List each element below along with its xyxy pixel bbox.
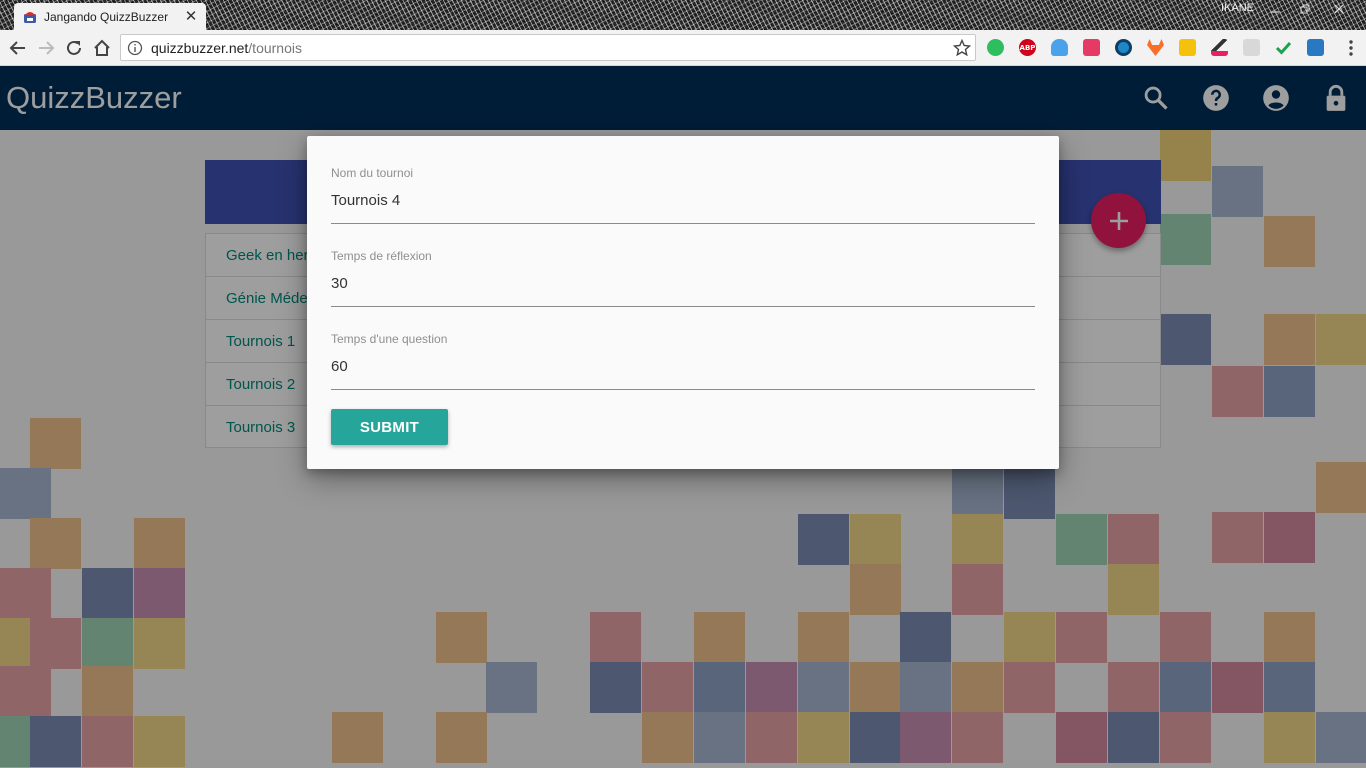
check-icon[interactable] [1275,39,1292,56]
create-tournament-dialog: Nom du tournoi Temps de réflexion Temps … [307,136,1059,469]
tournament-name-input[interactable] [331,188,1035,212]
back-icon[interactable] [6,36,30,60]
colorpicker-icon[interactable] [1211,39,1228,56]
browser-menu-icon[interactable] [1348,39,1354,57]
field-label: Temps de réflexion [331,249,432,263]
page: QuizzBuzzer Geek en herbe Génie Médecine… [0,66,1366,768]
cloud-icon[interactable] [1051,39,1068,56]
reload-icon[interactable] [62,36,86,60]
tournament-name-field: Nom du tournoi [331,166,1035,224]
submit-button[interactable]: SUBMIT [331,409,448,445]
quizzbuzzer-favicon [24,11,36,23]
field-label: Temps d'une question [331,332,448,346]
adblock-icon[interactable]: ABP [1019,39,1036,56]
share-icon[interactable] [1307,39,1324,56]
field-label: Nom du tournoi [331,166,414,180]
address-bar[interactable]: quizzbuzzer.net/tournois [120,34,976,61]
info-icon[interactable] [127,40,143,56]
bookmark-star-icon[interactable] [953,39,971,57]
browser-tab[interactable]: Jangando QuizzBuzzer ✕ [14,3,206,30]
gitlab-icon[interactable] [1147,39,1164,56]
question-time-field: Temps d'une question [331,332,1035,390]
tab-close-icon[interactable]: ✕ [184,9,198,24]
home-icon[interactable] [90,36,114,60]
tab-title: Jangando QuizzBuzzer [44,9,169,24]
reflection-time-input[interactable] [331,271,1035,295]
video-icon[interactable] [1083,39,1100,56]
eye-icon[interactable] [1115,39,1132,56]
chat-icon[interactable] [1243,39,1260,56]
url-path: /tournois [248,39,302,56]
reflection-time-field: Temps de réflexion [331,249,1035,307]
browser-titlebar: Jangando QuizzBuzzer ✕ IKANE [0,0,1366,30]
profile-name[interactable]: IKANE [1221,2,1254,14]
question-time-input[interactable] [331,354,1035,378]
restore-icon[interactable] [1292,0,1318,18]
browser-toolbar: quizzbuzzer.net/tournois ABP [0,30,1366,66]
evernote-icon[interactable] [987,39,1004,56]
minimize-icon[interactable] [1262,0,1288,18]
url-host: quizzbuzzer.net [151,39,249,56]
forward-icon[interactable] [34,36,58,60]
notes-icon[interactable] [1179,39,1196,56]
window-close-icon[interactable] [1326,0,1352,18]
